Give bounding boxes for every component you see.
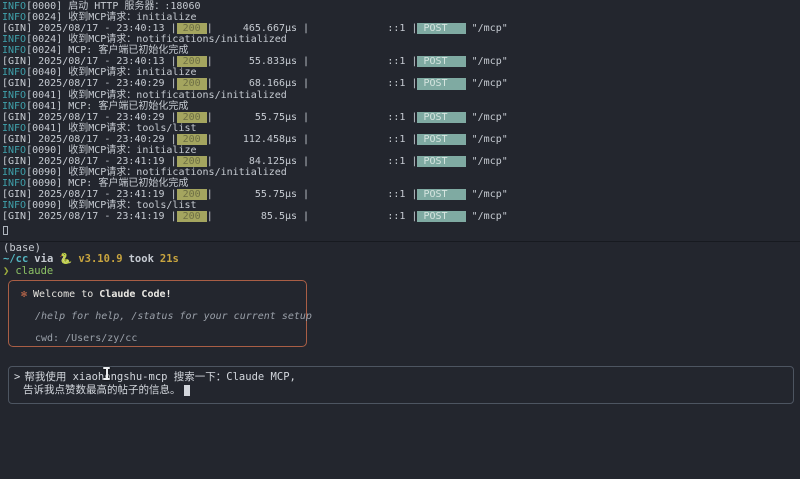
- welcome-title: ✻ Welcome to Claude Code!: [21, 290, 306, 300]
- log-line: INFO[0090] 收到MCP请求：notifications/initial…: [2, 167, 508, 178]
- log-level-label: INFO: [2, 12, 26, 23]
- log-line: INFO[0040] 收到MCP请求：initialize: [2, 67, 508, 78]
- status-200-badge: 200: [177, 56, 207, 67]
- method-post-badge: POST: [417, 56, 465, 67]
- log-level-label: INFO: [2, 45, 26, 56]
- command-duration: 21s: [160, 253, 179, 265]
- log-line: INFO[0000] 启动 HTTP 服务器：:18060: [2, 1, 508, 12]
- input-text-2: 告诉我点赞数最高的帖子的信息。: [23, 384, 181, 396]
- ibeam-bottom-cap: [103, 378, 110, 380]
- text-block-cursor: [184, 385, 190, 396]
- log-line: [GIN] 2025/08/17 - 23:40:13 | 200 | 55.8…: [2, 56, 508, 67]
- python-version: v3.10.9: [78, 253, 122, 265]
- mouse-ibeam-cursor: [103, 367, 110, 380]
- status-200-badge: 200: [177, 211, 207, 222]
- log-level-label: INFO: [2, 145, 26, 156]
- log-level-label: INFO: [2, 123, 26, 134]
- method-post-badge: POST: [417, 156, 465, 167]
- status-200-badge: 200: [177, 156, 207, 167]
- welcome-cwd-line: cwd: /Users/zy/cc: [35, 334, 306, 344]
- method-post-badge: POST: [417, 78, 465, 89]
- log-level-label: INFO: [2, 67, 26, 78]
- log-line: INFO[0041] 收到MCP请求：notifications/initial…: [2, 90, 508, 101]
- took-label: took: [129, 253, 154, 265]
- input-text-1: 帮我使用 xiaohongshu-mcp 搜索一下：Claude MCP,: [24, 371, 296, 383]
- status-200-badge: 200: [177, 78, 207, 89]
- log-level-label: INFO: [2, 34, 26, 45]
- command-line: ❯ claude: [3, 266, 179, 277]
- log-level-label: INFO: [2, 178, 26, 189]
- via-label: via: [34, 253, 53, 265]
- log-line: [GIN] 2025/08/17 - 23:40:13 | 200 | 465.…: [2, 23, 508, 34]
- log-level-label: INFO: [2, 167, 26, 178]
- log-line: [GIN] 2025/08/17 - 23:40:29 | 200 | 68.1…: [2, 78, 508, 89]
- log-line: [GIN] 2025/08/17 - 23:40:29 | 200 | 112.…: [2, 134, 508, 145]
- welcome-help-line: /help for help, /status for your current…: [35, 312, 306, 322]
- method-post-badge: POST: [417, 134, 465, 145]
- command-text: claude: [15, 265, 53, 277]
- log-line: INFO[0090] MCP: 客户端已初始化完成: [2, 178, 508, 189]
- input-line-1: > 帮我使用 xiaohongshu-mcp 搜索一下：Claude MCP,: [14, 371, 793, 384]
- log-line: INFO[0024] MCP: 客户端已初始化完成: [2, 45, 508, 56]
- status-200-badge: 200: [177, 134, 207, 145]
- claude-input-box[interactable]: > 帮我使用 xiaohongshu-mcp 搜索一下：Claude MCP, 告…: [8, 366, 794, 404]
- method-post-badge: POST: [417, 23, 465, 34]
- input-prompt-char: >: [14, 371, 20, 383]
- log-line: INFO[0041] 收到MCP请求：tools/list: [2, 123, 508, 134]
- welcome-title-prefix: Welcome to: [33, 289, 93, 300]
- method-post-badge: POST: [417, 189, 465, 200]
- log-level-label: INFO: [2, 101, 26, 112]
- shell-prompt-block: (base) ~/ccvia🐍v3.10.9took21s ❯claude: [3, 243, 179, 277]
- log-line: [GIN] 2025/08/17 - 23:41:19 | 200 | 55.7…: [2, 189, 508, 200]
- input-line-2: 告诉我点赞数最高的帖子的信息。: [23, 384, 793, 397]
- log-line: INFO[0090] 收到MCP请求：initialize: [2, 145, 508, 156]
- claude-welcome-box: ✻ Welcome to Claude Code! /help for help,…: [8, 280, 307, 347]
- status-200-badge: 200: [177, 189, 207, 200]
- log-line: INFO[0090] 收到MCP请求：tools/list: [2, 200, 508, 211]
- ibeam-stem: [106, 369, 108, 378]
- log-line: INFO[0041] MCP: 客户端已初始化完成: [2, 101, 508, 112]
- log-level-label: INFO: [2, 1, 26, 12]
- server-log: INFO[0000] 启动 HTTP 服务器：:18060INFO[0024] …: [2, 1, 508, 222]
- section-divider: [0, 241, 800, 242]
- cwd-path: ~/cc: [3, 253, 28, 265]
- status-200-badge: 200: [177, 23, 207, 34]
- log-line: [GIN] 2025/08/17 - 23:40:29 | 200 | 55.7…: [2, 112, 508, 123]
- welcome-title-bold: Claude Code!: [99, 289, 171, 300]
- status-200-badge: 200: [177, 112, 207, 123]
- terminal-hollow-cursor: [3, 226, 8, 235]
- log-level-label: INFO: [2, 90, 26, 101]
- prompt-char: ❯: [3, 265, 9, 277]
- method-post-badge: POST: [417, 112, 465, 123]
- method-post-badge: POST: [417, 211, 465, 222]
- log-line: [GIN] 2025/08/17 - 23:41:19 | 200 | 84.1…: [2, 156, 508, 167]
- log-line: [GIN] 2025/08/17 - 23:41:19 | 200 | 85.5…: [2, 211, 508, 222]
- sparkle-icon: ✻: [21, 289, 27, 300]
- log-line: INFO[0024] 收到MCP请求：initialize: [2, 12, 508, 23]
- python-icon: 🐍: [59, 253, 72, 265]
- log-level-label: INFO: [2, 200, 26, 211]
- log-line: INFO[0024] 收到MCP请求：notifications/initial…: [2, 34, 508, 45]
